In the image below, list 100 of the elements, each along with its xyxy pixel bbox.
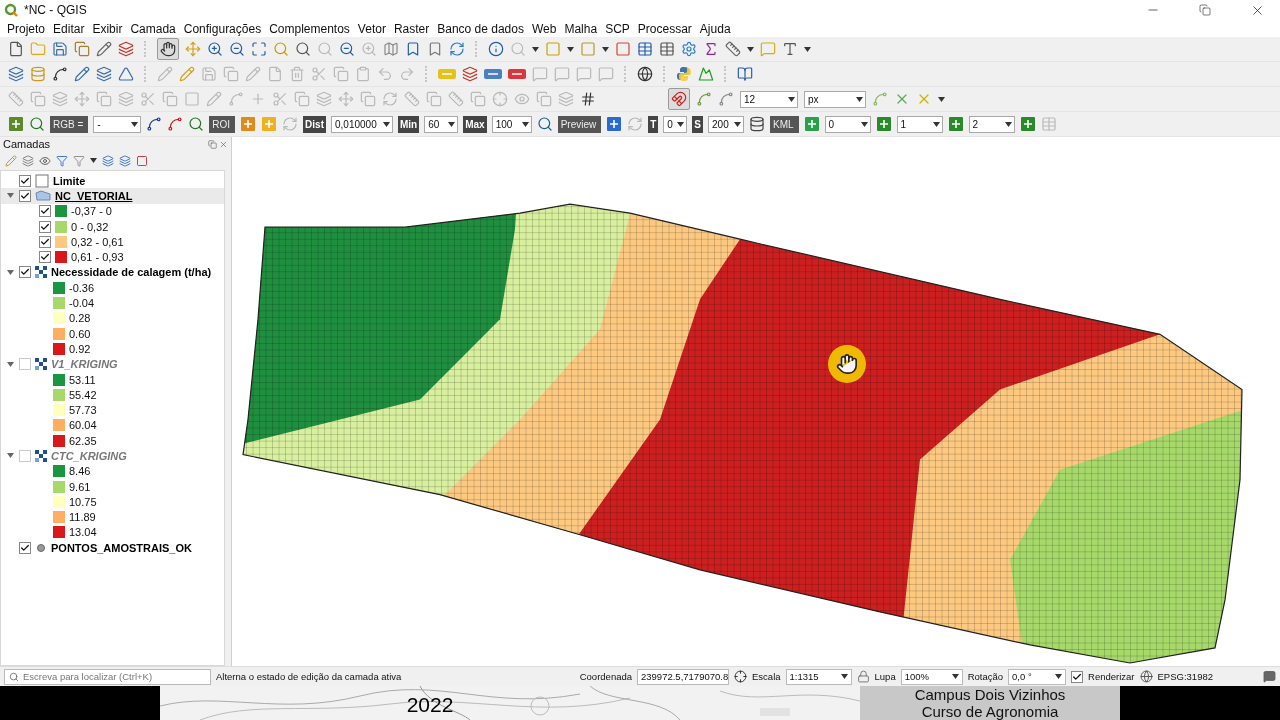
min-spinbox[interactable]: 60 — [424, 115, 459, 133]
max-spinbox[interactable]: 100 — [491, 115, 532, 133]
search-field[interactable]: Escreva para localizar (Ctrl+K) — [4, 668, 211, 685]
menu-item[interactable]: Processar — [633, 21, 696, 36]
legend-checkbox[interactable] — [39, 220, 51, 233]
menu-item[interactable]: Raster — [389, 21, 434, 36]
render-checkbox[interactable] — [1071, 670, 1084, 683]
curve-icon[interactable] — [146, 116, 163, 132]
dropdown-caret-icon[interactable] — [532, 46, 539, 52]
clipboard-icon[interactable] — [355, 66, 371, 82]
magnifier-icon[interactable] — [188, 116, 205, 132]
layer-checkbox[interactable] — [19, 450, 31, 462]
menu-item[interactable]: Editar — [49, 21, 89, 36]
roi-tag[interactable]: ROI — [209, 115, 236, 133]
unit-combobox[interactable]: px — [804, 90, 866, 108]
magnifier-icon[interactable] — [295, 41, 311, 57]
dropdown-caret-icon[interactable] — [1004, 121, 1012, 127]
dropdown-caret-icon[interactable] — [1055, 674, 1063, 679]
hand-icon[interactable] — [160, 41, 176, 57]
dropdown-caret-icon[interactable] — [804, 46, 811, 52]
layer-checkbox[interactable] — [19, 358, 31, 371]
messages-icon[interactable] — [1263, 670, 1276, 683]
bookmark-icon[interactable] — [405, 41, 421, 57]
grid-icon[interactable] — [580, 91, 596, 107]
dropdown-caret-icon[interactable] — [383, 121, 390, 127]
legend-checkbox[interactable] — [39, 205, 51, 218]
layer-checkbox[interactable] — [19, 541, 31, 554]
pencil-icon[interactable] — [74, 66, 90, 82]
menu-item[interactable]: Camada — [126, 21, 180, 36]
dropdown-caret-icon[interactable] — [131, 121, 139, 127]
dropdown-caret-icon[interactable] — [860, 121, 868, 127]
info-icon[interactable] — [488, 41, 504, 57]
coordinate-field[interactable]: 239972.5,7179070.8 — [637, 668, 729, 685]
dropdown-caret-icon[interactable] — [677, 121, 685, 127]
magnifier-icon[interactable] — [536, 116, 553, 132]
layer-name[interactable]: PONTOS_AMOSTRAIS_OK — [51, 541, 192, 554]
rotation-spinbox[interactable]: 0,0 ° — [1008, 668, 1067, 685]
terrain-icon[interactable] — [698, 66, 714, 82]
layer-name[interactable]: Necessidade de calagem (t/ha) — [51, 266, 212, 279]
menu-item[interactable]: Vetor — [353, 21, 390, 36]
filter-icon[interactable] — [73, 154, 85, 167]
magnifier-icon[interactable] — [29, 116, 45, 132]
kml-tag[interactable]: KML — [770, 115, 799, 133]
transparency-spinbox[interactable]: 0 — [663, 115, 688, 133]
curve-icon[interactable] — [167, 116, 184, 132]
dropdown-caret-icon[interactable] — [856, 96, 863, 102]
gear-icon[interactable] — [681, 41, 697, 57]
copy-icon[interactable] — [74, 41, 90, 57]
open-folder-icon[interactable] — [30, 41, 46, 57]
crs-label[interactable]: EPSG:31982 — [1157, 671, 1213, 682]
collapse-arrow-icon[interactable] — [6, 452, 14, 460]
band-spinbox[interactable]: 1 — [896, 115, 943, 133]
database-icon[interactable] — [749, 116, 765, 132]
move-icon[interactable] — [185, 41, 201, 57]
full-extent-icon[interactable] — [251, 41, 267, 57]
collapse-arrow-icon[interactable] — [6, 192, 14, 200]
help-book-icon[interactable] — [737, 66, 753, 82]
magnet-icon[interactable] — [671, 91, 687, 107]
scale-combobox[interactable]: 1:1315 — [785, 668, 852, 685]
float-panel-icon[interactable] — [208, 139, 217, 149]
collapse-arrow-icon[interactable] — [6, 360, 14, 368]
save-icon[interactable] — [52, 41, 68, 57]
layer-name[interactable]: Limite — [53, 174, 86, 187]
label-tag-icon[interactable] — [508, 69, 526, 79]
menu-item[interactable]: Configurações — [179, 21, 266, 36]
menu-item[interactable]: Complementos — [265, 21, 354, 36]
magnifier-icon[interactable] — [339, 41, 355, 57]
map-icon[interactable] — [383, 41, 399, 57]
dropdown-caret-icon[interactable] — [567, 46, 574, 52]
collapse-all-icon[interactable] — [119, 154, 131, 167]
label-tag-icon[interactable] — [484, 69, 502, 79]
band-set-tag[interactable]: RGB = — [50, 115, 89, 133]
restore-icon[interactable] — [1199, 4, 1211, 16]
dropdown-caret-icon[interactable] — [448, 121, 456, 127]
filter-icon[interactable] — [56, 154, 68, 167]
dropdown-caret-icon[interactable] — [747, 46, 754, 52]
layer-name[interactable]: CTC_KRIGING — [51, 450, 127, 462]
snap-icon[interactable] — [872, 91, 888, 107]
globe-icon[interactable] — [1139, 670, 1153, 683]
band-combobox[interactable]: - — [93, 115, 142, 133]
distance-spinbox[interactable]: 0,010000 — [331, 115, 393, 133]
layer-checkbox[interactable] — [19, 174, 31, 187]
band-spinbox[interactable]: 2 — [968, 115, 1015, 133]
menu-item[interactable]: Projeto — [3, 21, 50, 36]
add-group-icon[interactable] — [22, 154, 34, 167]
pencil-icon[interactable] — [179, 66, 195, 82]
dropdown-caret-icon[interactable] — [602, 46, 609, 52]
layer-checkbox[interactable] — [19, 266, 31, 279]
menu-item[interactable]: SCP — [601, 21, 634, 36]
magnifier-spinbox[interactable]: 100% — [900, 668, 963, 685]
size-spinbox[interactable]: 200 — [708, 115, 744, 133]
layers-icon[interactable] — [118, 41, 134, 57]
legend-checkbox[interactable] — [39, 251, 51, 264]
dropdown-caret-icon[interactable] — [938, 96, 945, 102]
python-icon[interactable] — [676, 66, 692, 82]
layer-name[interactable]: V1_KRIGING — [51, 358, 118, 371]
refresh-icon[interactable] — [449, 41, 465, 57]
dropdown-caret-icon[interactable] — [951, 674, 959, 679]
new-file-icon[interactable] — [8, 41, 24, 57]
dropdown-caret-icon[interactable] — [521, 121, 529, 127]
